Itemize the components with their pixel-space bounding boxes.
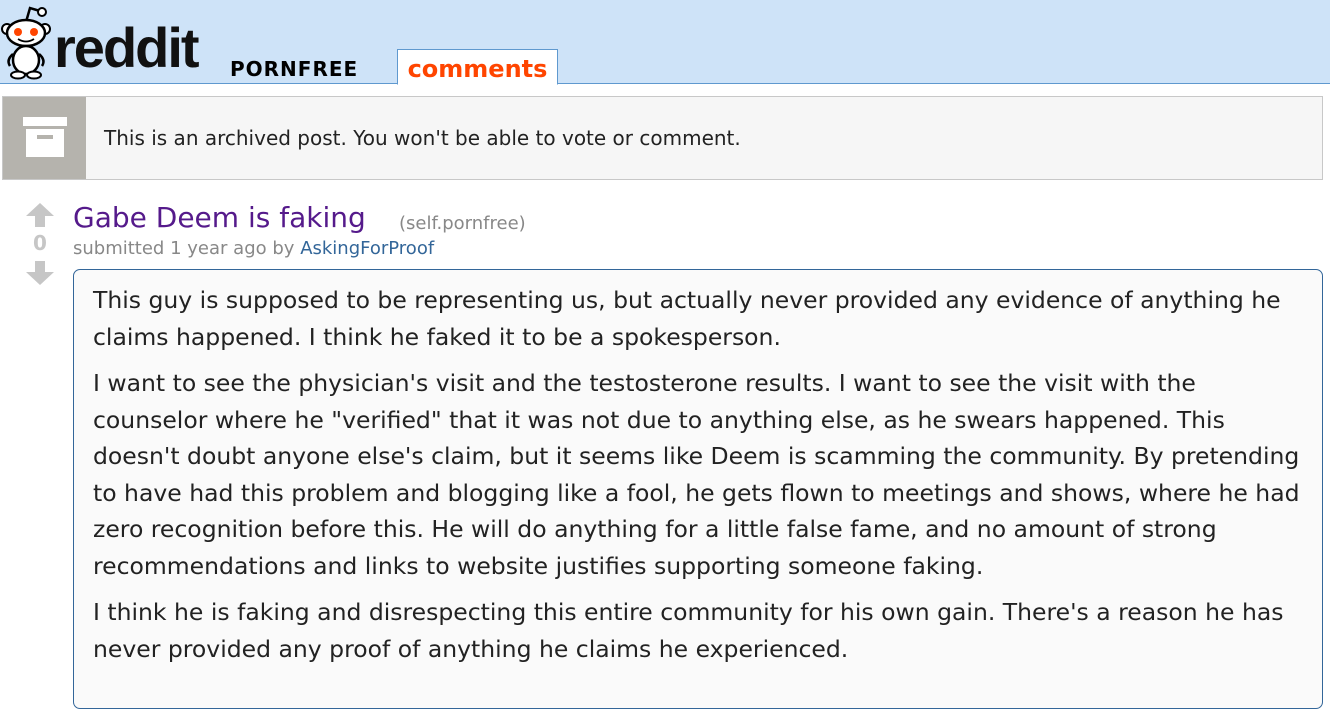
post-domain-link[interactable]: (self.pornfree)	[399, 213, 526, 235]
tab-comments[interactable]: comments	[397, 49, 558, 85]
post-score: 0	[33, 231, 47, 255]
selftext-paragraph: I think he is faking and disrespecting t…	[93, 598, 1284, 663]
selftext-paragraph: This guy is supposed to be representing …	[93, 286, 1281, 351]
post-selftext: This guy is supposed to be representing …	[73, 269, 1323, 709]
submitted-label: submitted	[73, 238, 165, 259]
snoo-alien-icon	[1, 6, 51, 80]
by-label: by	[272, 238, 295, 259]
archive-box-icon	[3, 97, 86, 179]
reddit-wordmark: reddit	[54, 16, 200, 79]
post-title-link[interactable]: Gabe Deem is faking	[73, 200, 366, 236]
archived-notice-text: This is an archived post. You won't be a…	[104, 126, 741, 150]
post-tagline: submitted 1 year ago by AskingForProof	[73, 238, 434, 260]
subreddit-name-link[interactable]: PORNFREE	[230, 57, 358, 81]
post-time: 1 year ago	[170, 238, 267, 259]
upvote-arrow-icon[interactable]	[24, 202, 56, 228]
site-header: reddit PORNFREE comments	[0, 0, 1330, 85]
author-link[interactable]: AskingForProof	[300, 238, 434, 259]
archived-notice: This is an archived post. You won't be a…	[2, 96, 1323, 180]
downvote-arrow-icon[interactable]	[24, 260, 56, 286]
selftext-paragraph: I want to see the physician's visit and …	[93, 369, 1300, 580]
